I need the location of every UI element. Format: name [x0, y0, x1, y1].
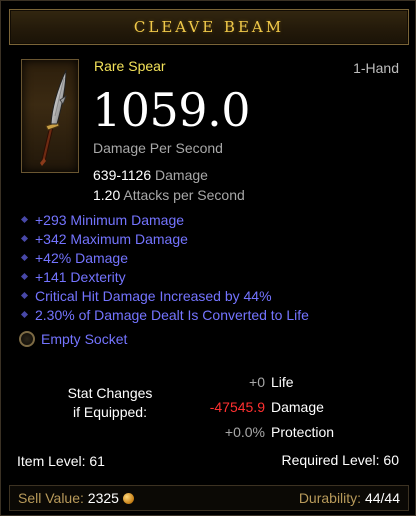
diamond-bullet-icon — [20, 291, 29, 300]
stat-change-row: +0 Life — [159, 369, 399, 394]
stat-change-value: +0.0% — [224, 423, 265, 440]
attack-speed-label: Attacks per Second — [123, 187, 245, 203]
tooltip-body: Rare Spear 1-Hand 1059.0 Damage Per Seco… — [9, 51, 409, 481]
stat-change-name: Life — [271, 373, 294, 390]
item-level: Item Level: 61 — [17, 453, 105, 469]
item-rarity-type: Rare Spear — [94, 58, 166, 74]
diamond-bullet-icon — [20, 253, 29, 262]
affix-text: +42% Damage — [35, 249, 129, 266]
gold-coin-icon — [122, 493, 134, 504]
attack-speed-line: 1.20 Attacks per Second — [93, 187, 245, 203]
tooltip-footer: Sell Value: 2325 Durability: 44/44 — [9, 485, 409, 511]
affix-item: +342 Maximum Damage — [19, 229, 404, 248]
required-level: Required Level: 60 — [281, 452, 399, 468]
item-slot: 1-Hand — [353, 60, 399, 76]
diamond-bullet-icon — [20, 234, 29, 243]
stat-change-row: +0.0% Protection — [159, 419, 399, 444]
socket-line: Empty Socket — [19, 331, 127, 347]
damage-range-label: Damage — [155, 167, 208, 183]
diamond-bullet-icon — [20, 310, 29, 319]
stat-change-value: -47545.9 — [209, 398, 265, 415]
affix-text: +293 Minimum Damage — [35, 211, 185, 228]
diamond-bullet-icon — [20, 215, 29, 224]
affix-item: +42% Damage — [19, 248, 404, 267]
affix-item: +141 Dexterity — [19, 267, 404, 286]
damage-range-value: 639-1126 — [93, 167, 152, 183]
stat-changes-heading: Stat Changes if Equipped: — [45, 384, 175, 422]
stat-changes-list: +0 Life -47545.9 Damage +0.0% Protection — [159, 369, 399, 444]
stat-changes-line1: Stat Changes — [67, 385, 153, 401]
durability-label: Durability: — [298, 490, 362, 506]
sell-value: Sell Value: 2325 — [18, 490, 134, 506]
damage-range-line: 639-1126 Damage — [93, 167, 208, 183]
sell-value-amount: 2325 — [87, 490, 119, 506]
item-icon-frame — [21, 59, 79, 173]
item-tooltip: CLEAVE BEAM Rare Spear 1-Hand 1059.0 Dam… — [0, 0, 416, 516]
stat-changes-line2: if Equipped: — [73, 404, 147, 420]
affix-text: +342 Maximum Damage — [35, 230, 188, 247]
dps-label: Damage Per Second — [93, 140, 223, 156]
affix-item: Critical Hit Damage Increased by 44% — [19, 286, 404, 305]
stat-change-name: Protection — [271, 423, 335, 440]
affix-text: Critical Hit Damage Increased by 44% — [35, 287, 272, 304]
item-name: CLEAVE BEAM — [133, 18, 285, 36]
durability-value: 44/44 — [364, 490, 400, 506]
stat-change-name: Damage — [271, 398, 324, 415]
title-bar: CLEAVE BEAM — [9, 9, 409, 45]
sell-value-label: Sell Value: — [18, 490, 84, 506]
diamond-bullet-icon — [20, 272, 29, 281]
stat-change-value: +0 — [249, 373, 265, 390]
empty-socket-icon — [19, 331, 35, 347]
affix-list: +293 Minimum Damage +342 Maximum Damage … — [19, 210, 404, 324]
affix-item: +293 Minimum Damage — [19, 210, 404, 229]
affix-text: +141 Dexterity — [35, 268, 126, 285]
stat-change-row: -47545.9 Damage — [159, 394, 399, 419]
socket-label: Empty Socket — [41, 331, 128, 347]
affix-text: 2.30% of Damage Dealt Is Converted to Li… — [35, 306, 309, 323]
spear-icon — [40, 69, 67, 166]
dps-value: 1059.0 — [92, 83, 250, 137]
attack-speed-value: 1.20 — [93, 187, 121, 203]
affix-item: 2.30% of Damage Dealt Is Converted to Li… — [19, 305, 404, 324]
durability: Durability: 44/44 — [299, 490, 400, 506]
